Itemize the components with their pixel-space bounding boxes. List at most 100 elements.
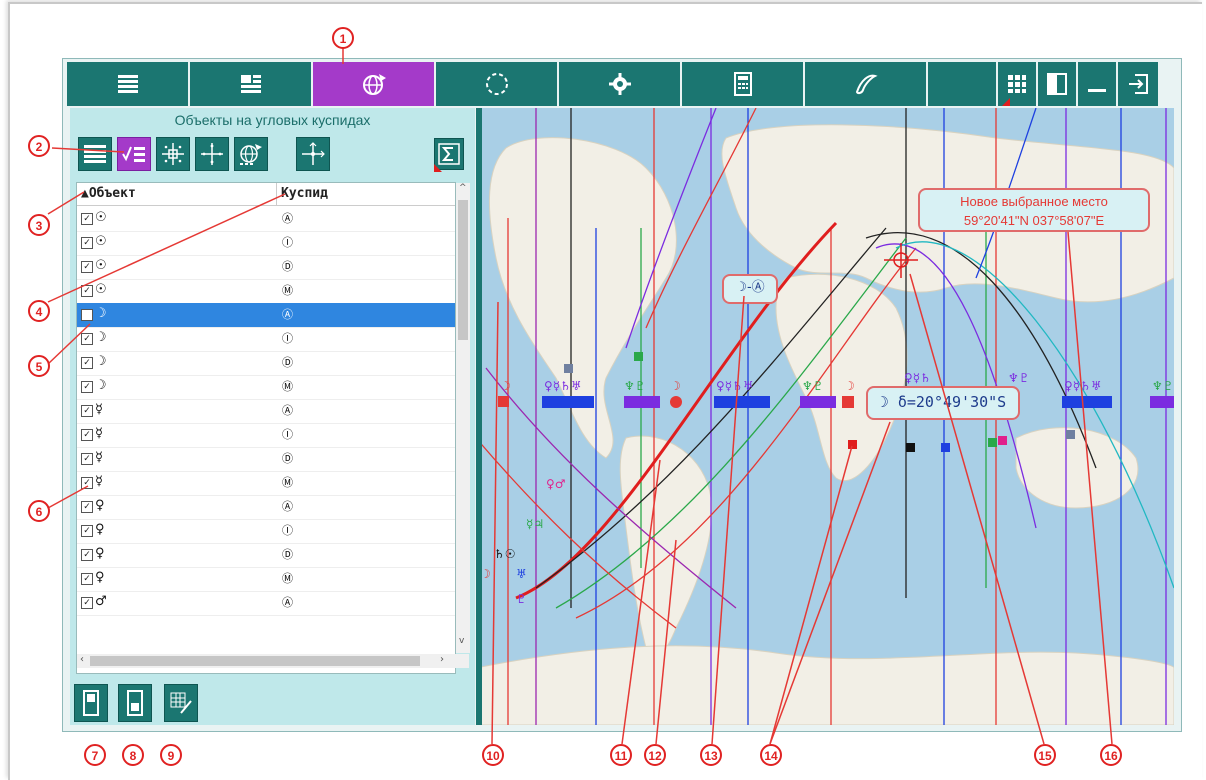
table-row[interactable]: ✓ ☉ Ⓓ xyxy=(77,255,455,280)
column-header-cusp[interactable]: Куспид xyxy=(281,186,328,201)
row-cusp: Ⓘ xyxy=(282,524,293,537)
table-row[interactable]: ✓ ♀ Ⓓ xyxy=(77,543,455,568)
row-checkbox[interactable]: ✓ xyxy=(81,285,93,297)
menu-list-button[interactable] xyxy=(67,62,190,106)
list-view-icon xyxy=(84,145,106,163)
row-cusp: Ⓜ xyxy=(282,380,293,393)
table-row[interactable]: ✓ ♂ Ⓐ xyxy=(77,591,455,616)
minimize-icon xyxy=(1088,89,1106,92)
table-row[interactable]: ✓ ☿ Ⓐ xyxy=(77,399,455,424)
objects-table: ▲Объект Куспид ✓ ☉ Ⓐ ✓ ☉ Ⓘ ✓ ☉ Ⓓ ✓ ☉ Ⓜ ☽ Ⓐ ✓ ☽ Ⓘ ✓ ☽ Ⓓ ✓ ☽ Ⓜ ✓ ☿… xyxy=(76,182,456,674)
panel-icon xyxy=(1047,73,1067,95)
minimize-button[interactable] xyxy=(1078,62,1118,106)
cross-grid-icon xyxy=(162,143,184,165)
marker-3: 3 xyxy=(28,214,50,236)
row-object: ☿ xyxy=(95,450,103,465)
table-row[interactable]: ✓ ♀ Ⓜ xyxy=(77,567,455,592)
row-object: ☿ xyxy=(95,402,103,417)
checklist-button[interactable] xyxy=(117,137,151,171)
panel-toggle-button[interactable] xyxy=(1038,62,1078,106)
table-row[interactable]: ✓ ☽ Ⓘ xyxy=(77,327,455,352)
calculator-button[interactable] xyxy=(682,62,805,106)
cross-arrows-button[interactable] xyxy=(296,137,330,171)
table-row[interactable]: ✓ ♀ Ⓐ xyxy=(77,495,455,520)
row-cusp: Ⓓ xyxy=(282,452,293,465)
table-row[interactable]: ✓ ☉ Ⓜ xyxy=(77,279,455,304)
row-checkbox[interactable]: ✓ xyxy=(81,477,93,489)
table-row[interactable]: ✓ ☉ Ⓐ xyxy=(77,207,455,232)
svg-text:♀♂: ♀♂ xyxy=(546,477,566,491)
row-checkbox[interactable]: ✓ xyxy=(81,549,93,561)
column-header-object[interactable]: ▲Объект xyxy=(81,186,136,201)
chart-pen-button[interactable] xyxy=(164,684,198,722)
row-checkbox[interactable]: ✓ xyxy=(81,525,93,537)
split-right-button[interactable] xyxy=(118,684,152,722)
row-checkbox[interactable]: ✓ xyxy=(81,261,93,273)
cross-grid-button[interactable] xyxy=(156,137,190,171)
world-pen-button[interactable] xyxy=(234,137,268,171)
svg-text:♀☿♄♅: ♀☿♄♅ xyxy=(716,379,754,393)
row-checkbox[interactable]: ✓ xyxy=(81,237,93,249)
svg-text:♆♇: ♆♇ xyxy=(1008,371,1030,385)
table-row[interactable]: ✓ ☽ Ⓓ xyxy=(77,351,455,376)
row-object: ☉ xyxy=(95,282,107,297)
exit-button[interactable] xyxy=(1118,62,1158,106)
settings-button[interactable] xyxy=(559,62,682,106)
world-pen-icon xyxy=(240,144,262,165)
row-checkbox[interactable]: ✓ xyxy=(81,453,93,465)
table-row[interactable]: ✓ ☽ Ⓜ xyxy=(77,375,455,400)
row-cusp: Ⓓ xyxy=(282,356,293,369)
scroll-down-arrow-icon[interactable]: v xyxy=(459,636,464,646)
scroll-left-arrow-icon[interactable]: ‹ xyxy=(80,654,84,665)
row-checkbox[interactable]: ✓ xyxy=(81,429,93,441)
row-checkbox[interactable]: ✓ xyxy=(81,333,93,345)
row-cusp: Ⓓ xyxy=(282,548,293,561)
table-horizontal-scroll-thumb[interactable] xyxy=(90,656,420,666)
table-row[interactable]: ✓ ☿ Ⓘ xyxy=(77,423,455,448)
panel-title: Объекты на угловых куспидах xyxy=(174,112,371,128)
table-row[interactable]: ✓ ♀ Ⓘ xyxy=(77,519,455,544)
row-checkbox[interactable]: ✓ xyxy=(81,501,93,513)
marker-5: 5 xyxy=(28,355,50,377)
split-left-button[interactable] xyxy=(74,684,108,722)
row-cusp: Ⓜ xyxy=(282,284,293,297)
list-view-button[interactable] xyxy=(78,137,112,171)
row-checkbox[interactable]: ✓ xyxy=(81,381,93,393)
row-object: ☽ xyxy=(95,378,107,393)
row-cusp: Ⓘ xyxy=(282,236,293,249)
table-row[interactable]: ☽ Ⓐ xyxy=(77,303,455,328)
marker-1: 1 xyxy=(332,27,354,49)
marker-4: 4 xyxy=(28,300,50,322)
selected-place-coords: 59°20'41"N 037°58'07"E xyxy=(963,213,1105,228)
row-object: ☿ xyxy=(95,426,103,441)
circle-chart-icon xyxy=(485,73,508,95)
table-row[interactable]: ✓ ☉ Ⓘ xyxy=(77,231,455,256)
row-object: ♀ xyxy=(95,546,105,561)
row-checkbox[interactable]: ✓ xyxy=(81,213,93,225)
svg-text:♄☉: ♄☉ xyxy=(494,547,516,561)
table-vertical-scroll-thumb[interactable] xyxy=(458,200,468,340)
moon-cusp-callout: ☽-Ⓐ xyxy=(722,274,778,304)
row-checkbox[interactable]: ✓ xyxy=(81,597,93,609)
circle-chart-button[interactable] xyxy=(436,62,559,106)
script-icon xyxy=(855,74,878,95)
marker-15: 15 xyxy=(1034,744,1056,766)
scroll-up-arrow-icon[interactable]: ^ xyxy=(459,183,467,193)
moon-cusp-text: ☽-Ⓐ xyxy=(735,280,765,295)
row-checkbox[interactable] xyxy=(81,309,93,321)
row-checkbox[interactable]: ✓ xyxy=(81,357,93,369)
panel-splitter[interactable] xyxy=(476,108,482,725)
row-checkbox[interactable]: ✓ xyxy=(81,573,93,585)
script-button[interactable] xyxy=(805,62,928,106)
row-object: ☉ xyxy=(95,258,107,273)
table-row[interactable]: ✓ ☿ Ⓓ xyxy=(77,447,455,472)
marker-13: 13 xyxy=(700,744,722,766)
row-checkbox[interactable]: ✓ xyxy=(81,405,93,417)
row-cusp: Ⓜ xyxy=(282,476,293,489)
row-object: ☿ xyxy=(95,474,103,489)
world-map-tab[interactable] xyxy=(313,62,436,106)
layout-button[interactable] xyxy=(190,62,313,106)
scroll-right-arrow-icon[interactable]: › xyxy=(440,654,444,665)
cross-button[interactable] xyxy=(195,137,229,171)
table-row[interactable]: ✓ ☿ Ⓜ xyxy=(77,471,455,496)
